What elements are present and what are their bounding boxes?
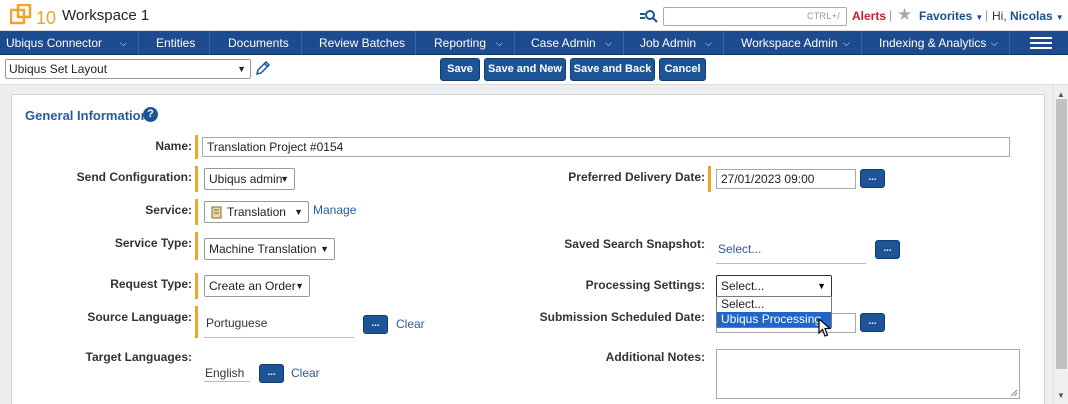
chevron-down-icon: ⌵ [991, 38, 998, 48]
required-marker [195, 199, 198, 225]
submission-scheduled-date-label: Submission Scheduled Date: [539, 310, 705, 324]
layout-value: Ubiqus Set Layout [9, 62, 108, 76]
additional-notes-textarea[interactable] [716, 349, 1020, 399]
target-languages-label: Target Languages: [85, 350, 192, 364]
source-language-label: Source Language: [87, 310, 192, 324]
processing-settings-select[interactable]: Select... ▼ [716, 275, 832, 297]
caret-down-icon: ▼ [280, 174, 289, 184]
option-select[interactable]: Select... [717, 297, 831, 312]
save-button[interactable]: Save [440, 58, 480, 81]
top-bar: 10 Workspace 1 CTRL+/ Alerts | ★ Favorit… [0, 0, 1068, 31]
submission-date-picker-button[interactable]: ... [860, 313, 885, 332]
option-ubiqus-processing[interactable]: Ubiqus Processing [717, 312, 831, 327]
tab-reporting[interactable]: Reporting ⌵ [416, 31, 515, 55]
save-and-new-button[interactable]: Save and New [484, 58, 566, 81]
scroll-up-icon[interactable]: ▲ [1057, 90, 1065, 99]
service-select[interactable]: Translation ▼ [204, 201, 309, 223]
target-language-value: English [204, 366, 250, 382]
saved-search-snapshot-value[interactable]: Select... [716, 242, 866, 264]
chevron-down-icon: ⌵ [705, 38, 712, 48]
scroll-thumb[interactable] [1056, 99, 1067, 369]
vertical-scrollbar[interactable]: ▲ ▼ [1053, 85, 1068, 404]
processing-settings-label: Processing Settings: [585, 278, 705, 292]
preferred-delivery-date-label: Preferred Delivery Date: [568, 170, 705, 184]
user-menu[interactable]: Hi, Nicolas ▼ [992, 9, 1064, 23]
request-type-label: Request Type: [110, 277, 192, 291]
search-icon[interactable] [640, 9, 658, 23]
workspace-title[interactable]: Workspace 1 [62, 7, 149, 24]
request-type-select[interactable]: Create an Order ▼ [204, 275, 310, 297]
service-label: Service: [145, 203, 192, 217]
saved-search-picker-button[interactable]: ... [875, 240, 900, 259]
caret-down-icon: ▼ [294, 207, 303, 217]
chevron-down-icon: ▼ [975, 13, 984, 22]
processing-settings-dropdown: Select... Ubiqus Processing [716, 296, 832, 328]
layout-select[interactable]: Ubiqus Set Layout ▼ [5, 59, 251, 79]
alerts-link[interactable]: Alerts [852, 9, 886, 23]
required-marker [195, 135, 198, 159]
manage-link[interactable]: Manage [313, 203, 356, 217]
help-icon[interactable]: ? [143, 107, 158, 122]
saved-search-snapshot-label: Saved Search Snapshot: [564, 237, 705, 251]
tab-case-admin[interactable]: Case Admin ⌵ [515, 31, 624, 55]
search-shortcut-hint: CTRL+/ [806, 11, 840, 21]
caret-down-icon: ▼ [320, 244, 329, 254]
quick-search-input[interactable]: CTRL+/ [663, 7, 847, 26]
scroll-document-icon [211, 206, 222, 219]
chevron-down-icon: ⌵ [496, 38, 503, 48]
tab-documents[interactable]: Documents [210, 31, 302, 55]
save-and-back-button[interactable]: Save and Back [570, 58, 655, 81]
tab-entities[interactable]: Entities [139, 31, 210, 55]
caret-down-icon: ▼ [817, 281, 826, 291]
service-type-label: Service Type: [114, 236, 192, 250]
caret-down-icon: ▼ [237, 64, 246, 74]
mouse-pointer-icon [818, 318, 832, 337]
chevron-down-icon: ⌵ [843, 38, 850, 48]
cancel-button[interactable]: Cancel [659, 58, 706, 81]
name-label: Name: [155, 139, 192, 153]
greeting: Hi, [992, 9, 1007, 23]
chevron-down-icon: ▼ [1055, 13, 1064, 22]
pencil-icon[interactable] [255, 60, 271, 76]
source-language-value: Portuguese [204, 316, 354, 338]
target-languages-clear-link[interactable]: Clear [291, 366, 320, 380]
resize-handle-icon[interactable] [1010, 389, 1018, 397]
required-marker [195, 166, 198, 192]
send-configuration-select[interactable]: Ubiqus admin ▼ [204, 168, 295, 190]
tab-indexing-analytics[interactable]: Indexing & Analytics ⌵ [862, 31, 1010, 55]
tab-workspace-admin[interactable]: Workspace Admin ⌵ [724, 31, 862, 55]
favorites-menu[interactable]: Favorites ▼ [919, 9, 983, 23]
source-language-clear-link[interactable]: Clear [396, 317, 425, 331]
favorites-label: Favorites [919, 9, 973, 23]
send-configuration-label: Send Configuration: [76, 170, 192, 184]
logo-number: 10 [36, 8, 56, 28]
preferred-delivery-date-input[interactable]: 27/01/2023 09:00 [716, 169, 856, 189]
tab-review-batches[interactable]: Review Batches [302, 31, 416, 55]
divider: | [889, 8, 893, 22]
delivery-date-picker-button[interactable]: ... [860, 169, 885, 188]
main-nav: Ubiqus Connector ⌵ Entities Documents Re… [0, 31, 1068, 55]
required-marker [195, 306, 198, 338]
user-name: Nicolas [1010, 9, 1053, 23]
chevron-down-icon: ⌵ [120, 38, 127, 48]
caret-down-icon: ▼ [295, 281, 304, 291]
chevron-down-icon: ⌵ [605, 38, 612, 48]
section-title: General Information [25, 108, 149, 123]
name-input[interactable]: Translation Project #0154 [202, 137, 1010, 157]
relativity-logo-icon[interactable]: 10 [10, 4, 62, 28]
tab-job-admin[interactable]: Job Admin ⌵ [624, 31, 724, 55]
target-languages-picker-button[interactable]: ... [259, 364, 284, 383]
scroll-down-icon[interactable]: ▼ [1057, 391, 1065, 400]
source-language-picker-button[interactable]: ... [363, 315, 388, 334]
required-marker [195, 232, 198, 260]
required-marker [195, 273, 198, 299]
required-marker [708, 166, 711, 192]
hamburger-menu-icon[interactable] [1030, 37, 1052, 49]
additional-notes-label: Additional Notes: [605, 350, 705, 364]
toolbar: Ubiqus Set Layout ▼ Save Save and New Sa… [0, 55, 1068, 85]
star-icon[interactable]: ★ [897, 6, 912, 23]
tab-ubiqus-connector[interactable]: Ubiqus Connector ⌵ [0, 31, 139, 55]
divider: | [985, 8, 989, 22]
service-type-select[interactable]: Machine Translation ▼ [204, 238, 335, 260]
